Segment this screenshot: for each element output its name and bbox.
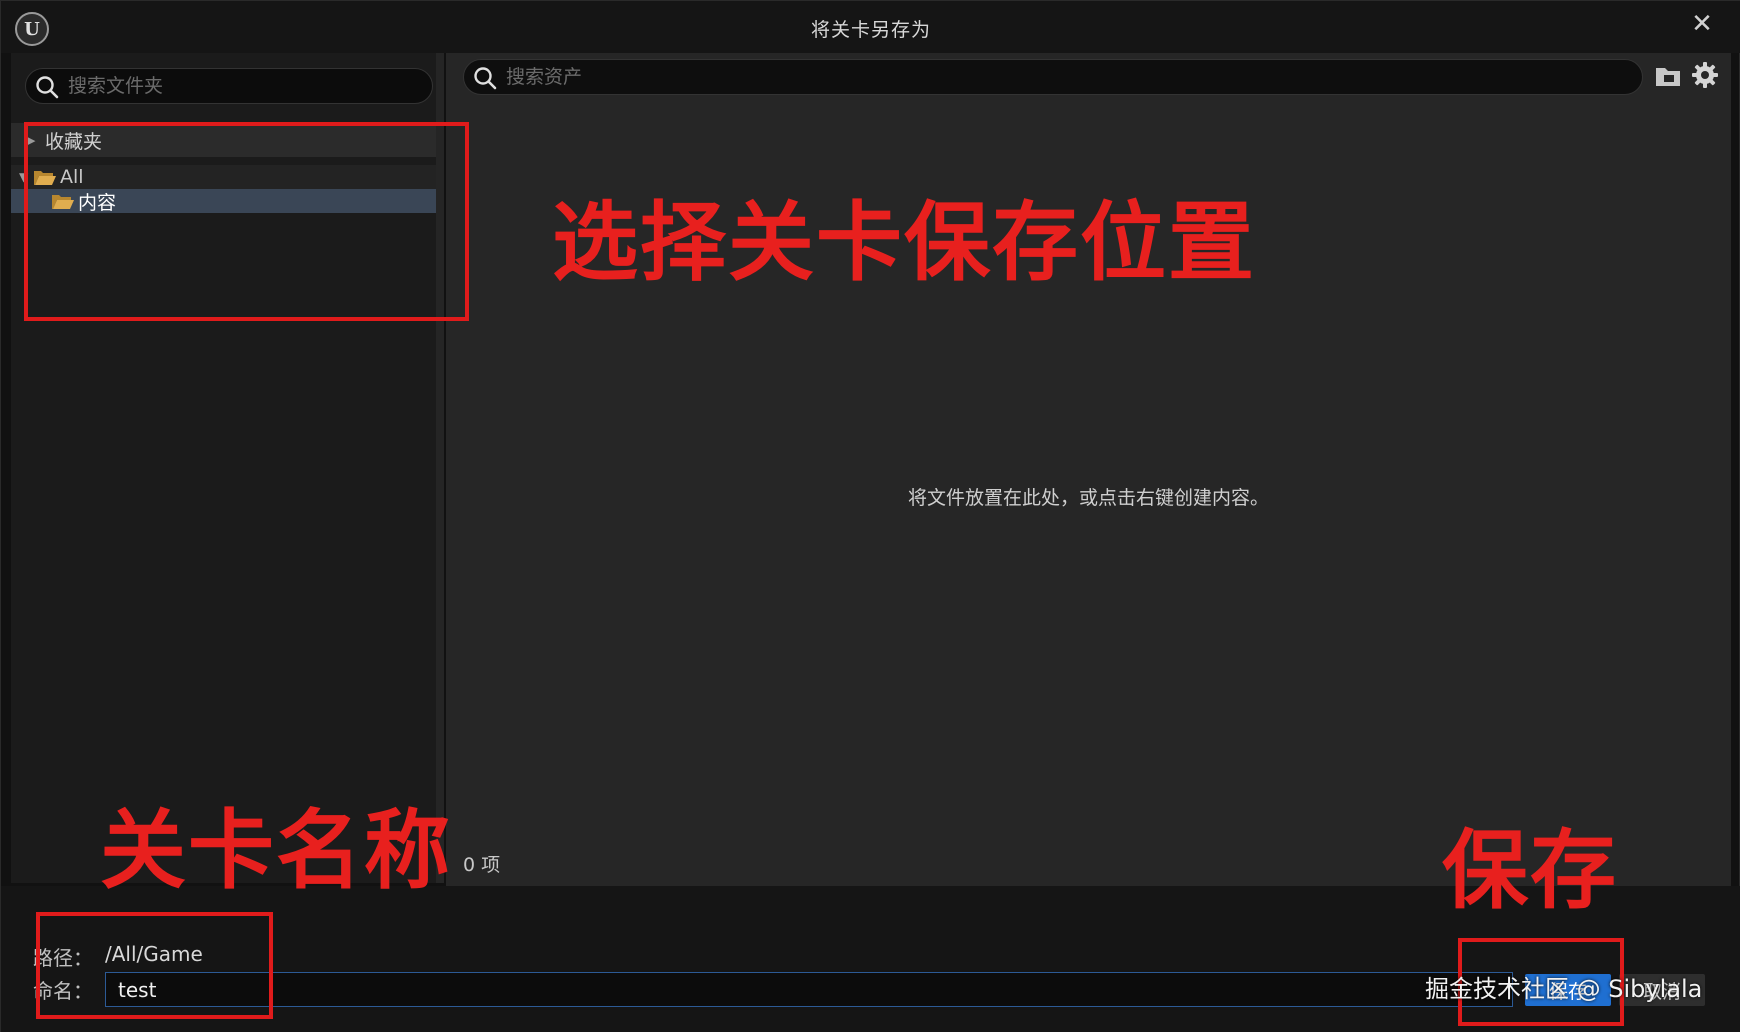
asset-search-box[interactable] — [463, 59, 1643, 95]
level-name-input[interactable] — [105, 972, 1513, 1007]
annotation-label-save: 保存 — [1442, 821, 1618, 921]
annotation-label-location: 选择关卡保存位置 — [552, 193, 1256, 293]
asset-search-input[interactable] — [506, 60, 1606, 94]
gear-icon[interactable] — [1690, 60, 1720, 90]
folder-search-box[interactable] — [25, 68, 433, 104]
annotation-box-location — [24, 122, 469, 321]
folder-icon[interactable] — [1653, 62, 1683, 90]
search-icon — [474, 67, 497, 90]
watermark: 掘金技术社区 @ Sibylala — [1425, 975, 1703, 1003]
dialog-title: 将关卡另存为 — [810, 19, 931, 41]
close-icon: ✕ — [1691, 9, 1713, 39]
annotation-box-name — [36, 912, 273, 1019]
close-button[interactable]: ✕ — [1687, 9, 1717, 39]
annotation-label-name: 关卡名称 — [100, 801, 452, 901]
folder-search-input[interactable] — [68, 69, 408, 103]
item-count: 0 项 — [463, 854, 501, 876]
empty-drop-hint: 将文件放置在此处，或点击右键创建内容。 — [907, 487, 1269, 509]
search-icon — [36, 76, 59, 99]
title-bar: U 将关卡另存为 ✕ — [1, 1, 1740, 53]
